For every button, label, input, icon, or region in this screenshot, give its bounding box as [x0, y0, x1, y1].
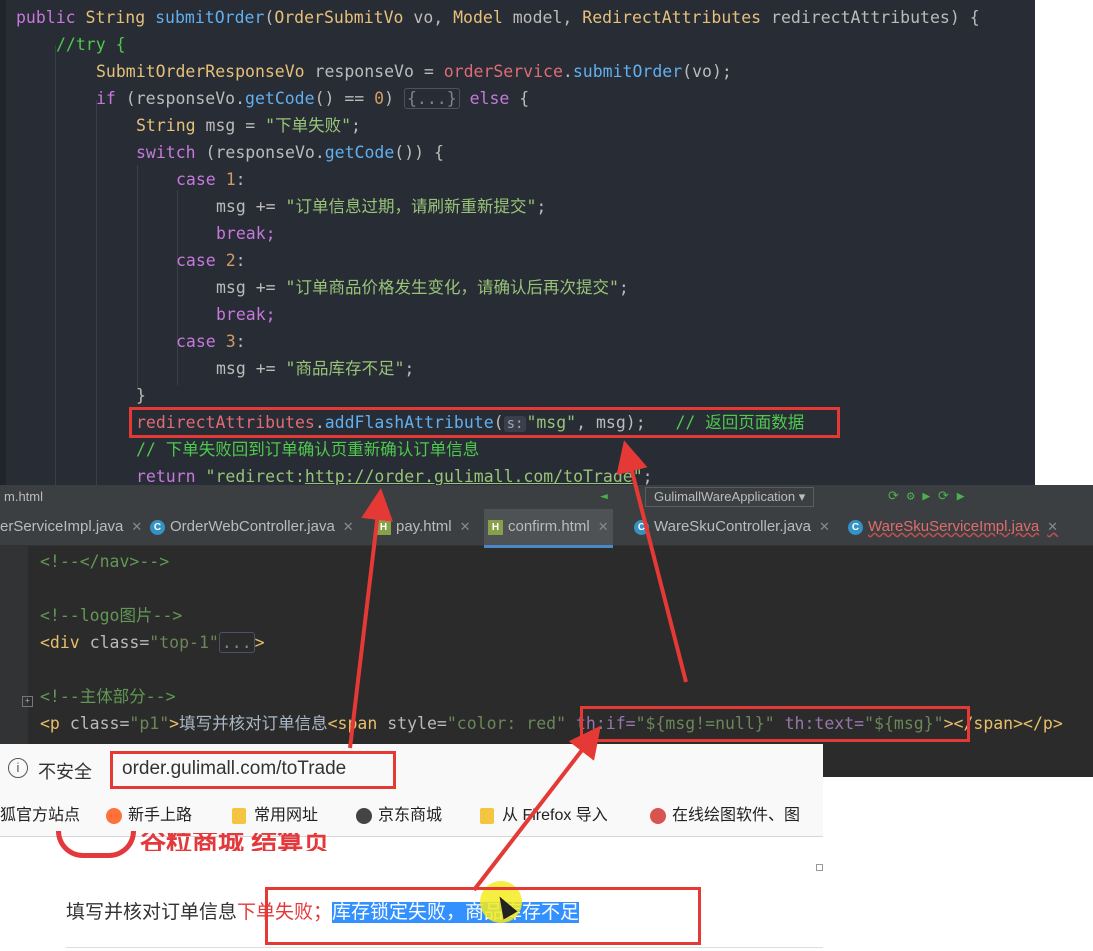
tab-wareskuserviceimpl[interactable]: C WareSkuServiceImpl.java ✕: [848, 509, 1058, 545]
globe-icon: [356, 807, 372, 824]
annotation-box-error-message: [265, 887, 701, 945]
html-file-icon: H: [488, 519, 503, 535]
chevron-down-icon: ▾: [798, 489, 806, 504]
firefox-icon: [106, 807, 122, 824]
code-line-12: break;: [216, 305, 276, 324]
code-line-17: // 下单失败回到订单确认页重新确认订单信息: [136, 440, 480, 459]
code-line-8: msg += "订单信息过期，请刷新重新提交";: [216, 197, 547, 216]
divider: [66, 947, 823, 948]
tab-erserviceimpl[interactable]: erServiceImpl.java ✕: [0, 509, 142, 545]
code-line-13: case 3:: [176, 332, 246, 351]
ide-toolbar: m.html ◄ GulimallWareApplication ▾ ⟳ ⚙ ▶…: [0, 485, 1093, 509]
site-logo-text: 谷粒商城 结算页: [140, 833, 330, 851]
close-icon[interactable]: ✕: [131, 519, 142, 534]
code-line-14: msg += "商品库存不足";: [216, 359, 415, 378]
close-icon[interactable]: ✕: [1047, 519, 1058, 534]
folder-icon: [232, 807, 246, 824]
code-line-11: msg += "订单商品价格发生变化，请确认后再次提交";: [216, 278, 629, 297]
editor-gutter: +: [0, 546, 33, 777]
code-line-5: String msg = "下单失败";: [136, 116, 361, 135]
code-line-4: if (responseVo.getCode() == 0) {...} els…: [96, 88, 530, 109]
bookmark-common-sites[interactable]: 常用网址: [232, 796, 318, 836]
tab-orderwebcontroller[interactable]: C OrderWebController.java ✕: [150, 509, 354, 545]
close-icon[interactable]: ✕: [343, 519, 354, 534]
indent-guide: [96, 100, 97, 495]
html-file-icon: H: [376, 519, 391, 535]
code-line-6: switch (responseVo.getCode()) {: [136, 143, 444, 162]
html-line-div-top: <div class="top-1"... >: [40, 632, 265, 653]
annotation-box-url: [110, 751, 396, 789]
tab-confirm-html[interactable]: Hconfirm.html ✕: [484, 509, 613, 548]
fold-toggle-icon[interactable]: +: [22, 696, 33, 707]
logo-icon: [56, 831, 136, 858]
code-line-7: case 1:: [176, 170, 246, 189]
annotation-box-flash-attribute: [129, 407, 840, 438]
bookmark-import-firefox[interactable]: 从 Firefox 导入: [480, 796, 608, 836]
close-icon[interactable]: ✕: [460, 519, 471, 534]
annotation-box-thymeleaf-attrs: [580, 706, 970, 742]
info-icon[interactable]: i: [8, 758, 28, 778]
code-line-10: case 2:: [176, 251, 246, 270]
tab-pay-html[interactable]: Hpay.html ✕: [376, 509, 470, 545]
close-icon[interactable]: ✕: [819, 519, 830, 534]
close-icon[interactable]: ✕: [598, 519, 609, 534]
html-line-logo-comment: <!--logo图片-->: [40, 606, 183, 625]
code-line-2: //try {: [56, 35, 126, 54]
run-arrow-icon[interactable]: ◄: [600, 485, 608, 509]
tab-wareskucontroller[interactable]: C WareSkuController.java ✕: [634, 509, 830, 545]
java-class-icon: C: [150, 519, 165, 535]
html-line-nav-comment: <!--</nav>-->: [40, 552, 170, 571]
folded-block[interactable]: {...}: [403, 88, 460, 109]
toolbar-file-fragment: m.html: [4, 489, 43, 504]
folder-icon: [480, 807, 494, 824]
editor-tab-bar: erServiceImpl.java ✕ C OrderWebController.…: [0, 509, 1093, 548]
toolbar-action-icons[interactable]: ⟳ ⚙ ▶ ⟳ ▶: [888, 485, 965, 509]
folded-block[interactable]: ...: [218, 632, 255, 653]
bookmark-firefox-official[interactable]: 狐官方站点: [0, 796, 80, 836]
html-line-main-comment: <!--主体部分-->: [40, 687, 176, 706]
bookmark-getting-started[interactable]: 新手上路: [106, 796, 192, 836]
java-class-icon: C: [848, 519, 863, 535]
drawing-site-icon: [650, 807, 666, 824]
resize-handle[interactable]: [816, 864, 823, 871]
indent-guide: [137, 165, 138, 390]
bookmark-online-drawing[interactable]: 在线绘图软件、图: [650, 796, 800, 836]
indent-guide: [55, 45, 56, 495]
java-class-icon: C: [634, 519, 649, 535]
code-line-3: SubmitOrderResponseVo responseVo = order…: [96, 62, 732, 81]
code-line-9: break;: [216, 224, 276, 243]
code-line-1: public String submitOrder(OrderSubmitVo …: [16, 8, 980, 27]
run-config-select[interactable]: GulimallWareApplication ▾: [645, 487, 815, 507]
bookmark-jd[interactable]: 京东商城: [356, 796, 442, 836]
editor-gutter: [0, 0, 6, 495]
code-line-15: }: [136, 386, 146, 405]
indent-guide: [177, 190, 178, 385]
security-label: 不安全: [38, 762, 92, 782]
